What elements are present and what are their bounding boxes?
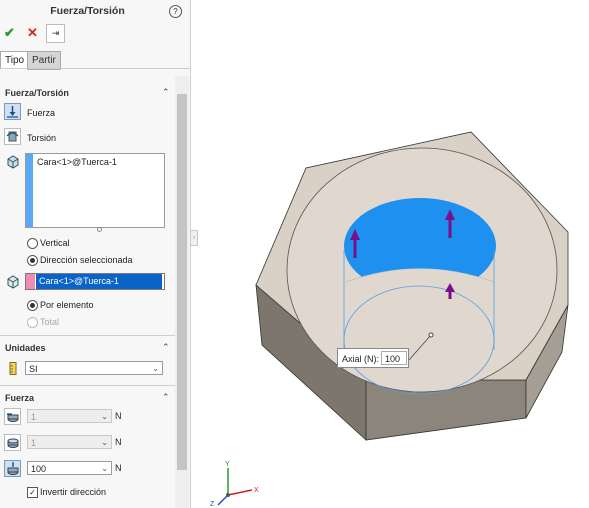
por-elemento-radio[interactable] <box>27 300 38 311</box>
force-type-button[interactable] <box>4 103 21 120</box>
direction-face-icon <box>6 275 19 291</box>
force-value-input[interactable]: 100 ⌄ <box>27 461 112 475</box>
section-fuerza-torsion-heading: Fuerza/Torsión <box>5 88 69 98</box>
invertir-direccion-label: Invertir dirección <box>40 487 107 497</box>
total-radio[interactable] <box>27 317 38 328</box>
units-dropdown[interactable]: SI ⌄ <box>25 361 163 375</box>
vertical-label: Vertical <box>40 238 70 248</box>
faces-selection-box[interactable]: Cara<1>@Tuerca-1 <box>25 153 165 228</box>
force-component-2-input[interactable]: 1 ⌄ <box>27 435 112 449</box>
section-divider <box>0 385 175 386</box>
force-component-icon <box>7 413 19 422</box>
force-component-1-unit: N <box>115 411 122 421</box>
ok-button[interactable]: ✔ <box>4 25 15 41</box>
axial-value-input[interactable]: 100 <box>381 351 407 365</box>
units-ruler-icon <box>9 362 17 377</box>
force-component-3-button[interactable] <box>4 460 21 477</box>
direccion-seleccionada-radio[interactable] <box>27 255 38 266</box>
axial-force-icon <box>7 462 19 475</box>
collapse-caret-icon[interactable]: ⌃ <box>162 392 170 403</box>
callout-anchor <box>428 332 434 338</box>
chevron-down-icon: ⌄ <box>152 364 159 373</box>
chevron-down-icon: ⌄ <box>101 412 108 421</box>
torsion-label: Torsión <box>27 133 57 143</box>
tab-divider <box>0 68 190 69</box>
resize-handle[interactable] <box>97 227 102 232</box>
force-value: 100 <box>31 464 47 474</box>
axial-label: Axial (N): <box>342 354 380 364</box>
force-component-1-button[interactable] <box>4 408 21 425</box>
invertir-direccion-checkbox[interactable]: ✓ <box>27 487 38 498</box>
triad-x-label: X <box>254 487 259 494</box>
force-component-2-button[interactable] <box>4 434 21 451</box>
units-value: SI <box>29 364 38 374</box>
torsion-icon <box>6 131 19 142</box>
direccion-seleccionada-label: Dirección seleccionada <box>40 255 133 265</box>
coordinate-triad: Y X Z <box>210 461 259 508</box>
force-component-2-value: 1 <box>31 438 37 448</box>
scrollbar-thumb[interactable] <box>177 94 187 470</box>
selection-color-bar <box>26 154 33 227</box>
torsion-type-button[interactable] <box>4 128 21 145</box>
triad-z-label: Z <box>210 501 215 508</box>
total-label: Total <box>40 317 60 327</box>
force-component-1-input[interactable]: 1 ⌄ <box>27 409 112 423</box>
graphics-viewport[interactable]: Y X Z <box>196 0 589 508</box>
por-elemento-label: Por elemento <box>40 300 94 310</box>
fuerza-label: Fuerza <box>27 108 56 118</box>
pin-button[interactable]: ⇥ <box>46 24 65 43</box>
direction-reference-field[interactable]: Cara<1>@Tuerca-1 <box>25 273 165 290</box>
help-icon[interactable]: ? <box>169 5 182 18</box>
collapse-caret-icon[interactable]: ⌃ <box>162 342 170 353</box>
property-manager: Fuerza/Torsión ? ✔ ✕ ⇥ Tipo Partir Fuerz… <box>0 0 191 508</box>
direction-color-bar <box>26 274 35 289</box>
section-divider <box>0 335 175 336</box>
section-fuerza-heading: Fuerza <box>5 393 35 403</box>
vertical-radio[interactable] <box>27 238 38 249</box>
force-component-2-unit: N <box>115 437 122 447</box>
panel-title: Fuerza/Torsión <box>50 5 125 17</box>
collapse-caret-icon[interactable]: ⌃ <box>162 87 170 98</box>
chevron-down-icon: ⌄ <box>101 438 108 447</box>
force-component-1-value: 1 <box>31 412 37 422</box>
cancel-button[interactable]: ✕ <box>27 25 38 41</box>
section-unidades-heading: Unidades <box>5 343 46 353</box>
axial-force-callout[interactable]: Axial (N): 100 <box>337 348 409 368</box>
direction-reference-value[interactable]: Cara<1>@Tuerca-1 <box>36 274 162 289</box>
force-component-icon <box>7 438 19 448</box>
force-arrow-icon <box>7 106 18 118</box>
face-select-icon <box>6 155 19 171</box>
triad-y-label: Y <box>225 461 230 468</box>
list-item[interactable]: Cara<1>@Tuerca-1 <box>37 157 117 167</box>
force-value-unit: N <box>115 463 122 473</box>
chevron-down-icon: ⌄ <box>101 464 108 473</box>
